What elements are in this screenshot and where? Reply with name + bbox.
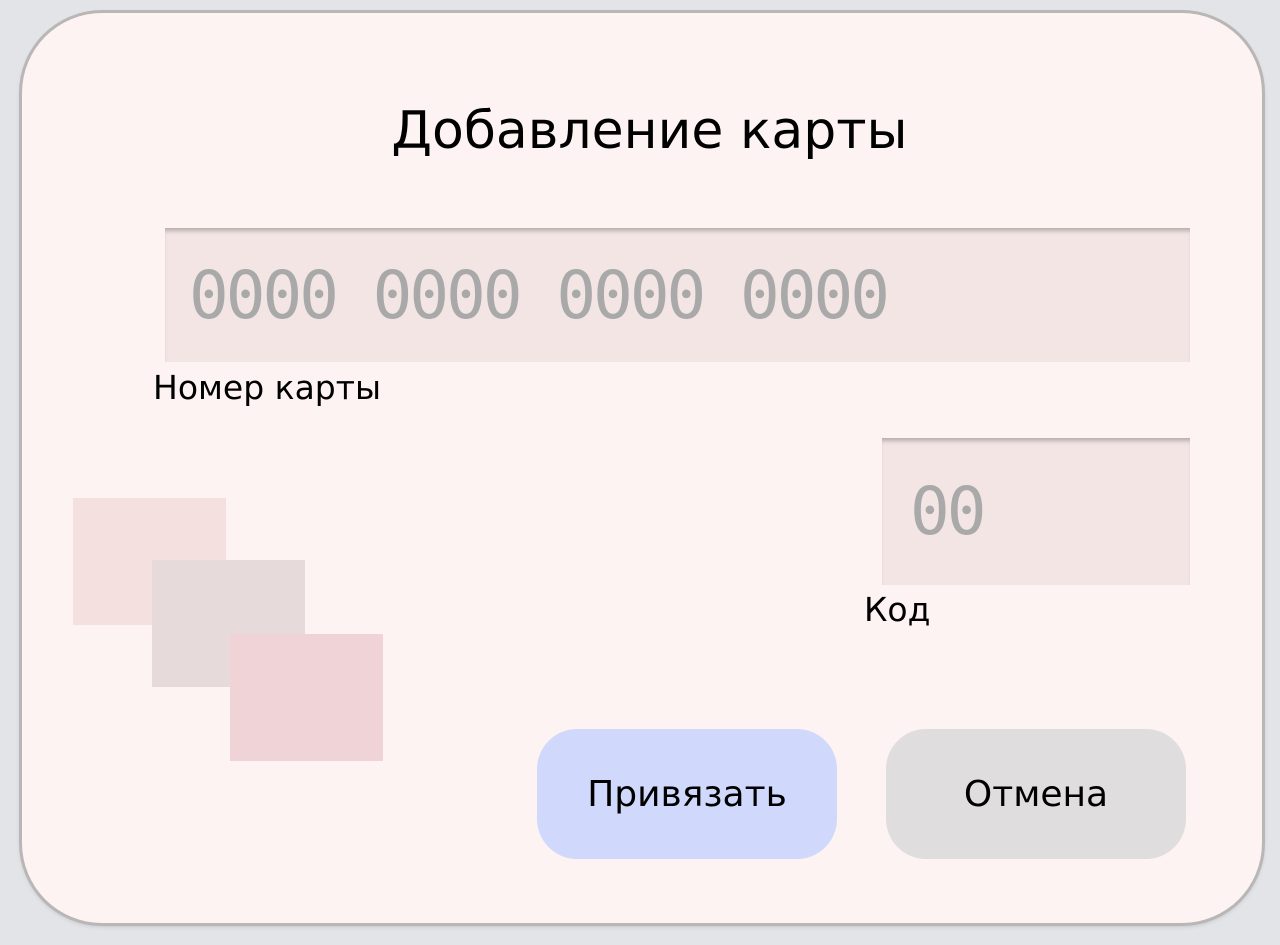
cancel-button[interactable]: Отмена	[886, 729, 1186, 859]
card-number-label: Номер карты	[153, 368, 382, 407]
code-input[interactable]: 00	[882, 438, 1190, 585]
code-label: Код	[864, 590, 931, 629]
decor-square-3	[230, 634, 383, 761]
add-card-dialog: Добавление карты 0000 0000 0000 0000 Ном…	[22, 13, 1262, 923]
dialog-title: Добавление карты	[391, 101, 908, 161]
card-number-input[interactable]: 0000 0000 0000 0000	[165, 228, 1190, 362]
bind-button[interactable]: Привязать	[537, 729, 837, 859]
